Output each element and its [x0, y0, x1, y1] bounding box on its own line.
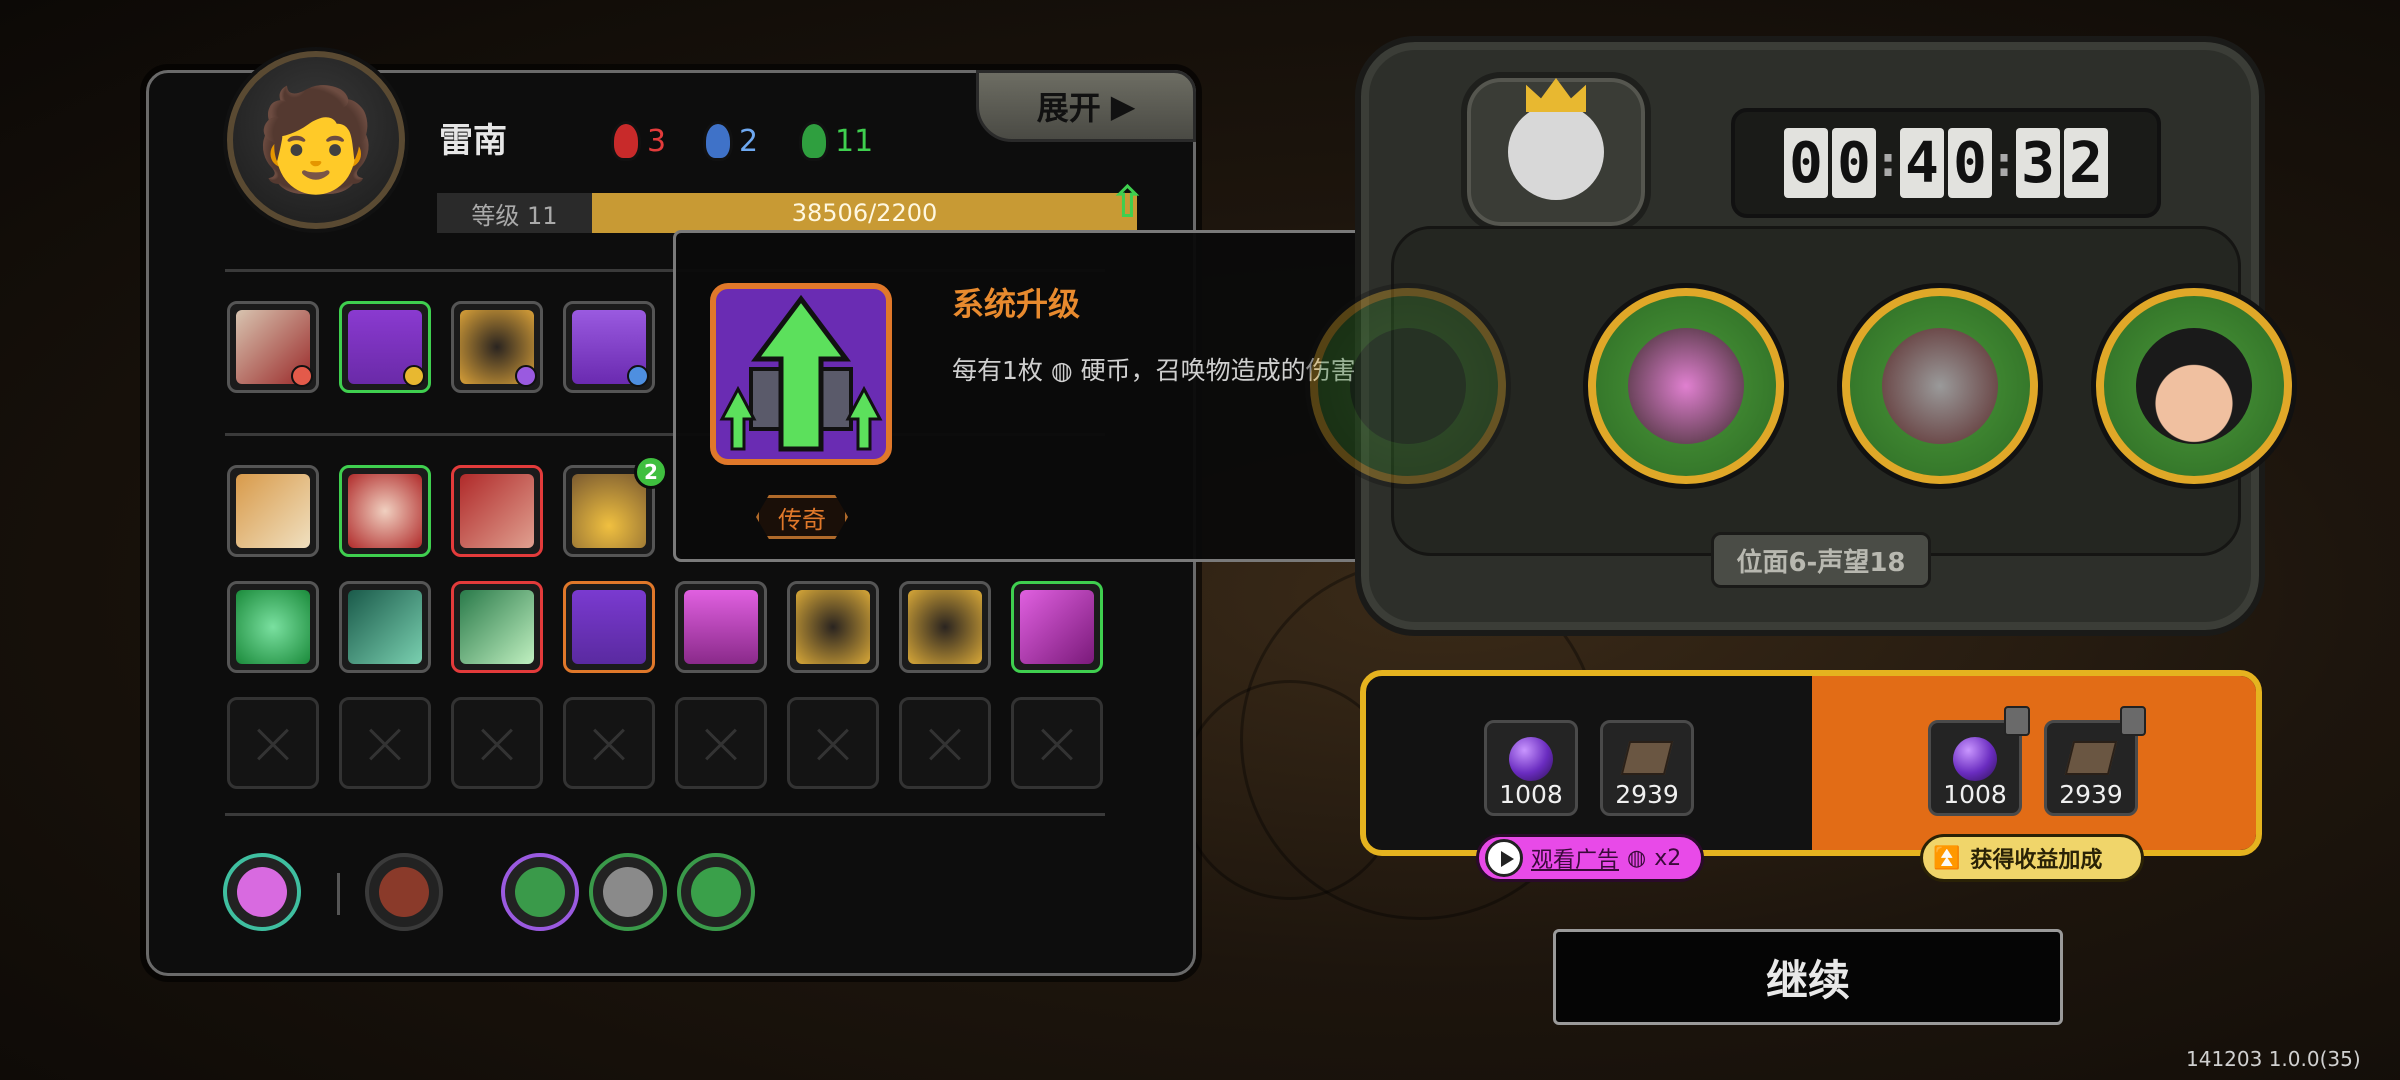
skill-slot[interactable] — [787, 581, 879, 673]
crown-duck-icon[interactable] — [1461, 72, 1651, 232]
timer-colon: : — [1880, 140, 1896, 186]
separator — [337, 873, 340, 915]
earnings-boost-button[interactable]: ⏫ 获得收益加成 — [1920, 834, 2144, 882]
shield-gem-icon[interactable] — [501, 853, 579, 931]
skill-slot[interactable] — [227, 465, 319, 557]
red-stat: 3 — [611, 121, 666, 161]
duck-face — [1508, 78, 1604, 200]
skill-slot[interactable] — [675, 581, 767, 673]
ad-multiplier: x2 — [1654, 845, 1682, 871]
enemy-portrait-glasses[interactable] — [2096, 288, 2292, 484]
purple-gem-icon — [1509, 737, 1553, 781]
skill-slot[interactable] — [339, 581, 431, 673]
level-up-arrow-icon[interactable]: ⇧ — [1109, 177, 1153, 228]
timer-digit: 3 — [2016, 128, 2060, 198]
weapon-icon[interactable] — [365, 853, 443, 931]
skill-slot[interactable] — [451, 465, 543, 557]
green-stat-value: 11 — [835, 123, 874, 159]
equipment-slot[interactable] — [339, 301, 431, 393]
double-chevron-up-icon: ⏫ — [1933, 845, 1961, 871]
tooltip-title: 系统升级 — [952, 285, 1081, 323]
crown-icon — [1526, 78, 1586, 112]
purple-gem-icon — [1953, 737, 1997, 781]
continue-button[interactable]: 继续 — [1553, 929, 2063, 1025]
timer-digit: 0 — [1784, 128, 1828, 198]
skill-slot[interactable] — [227, 581, 319, 673]
blue-stat-value: 2 — [739, 123, 759, 159]
empty-slot[interactable] — [227, 697, 319, 789]
enemy-portrait-faded — [1310, 288, 1506, 484]
player-name: 雷南 — [439, 121, 507, 161]
skill-slot[interactable] — [339, 465, 431, 557]
green-mask-icon — [799, 121, 829, 161]
timer-digit: 0 — [1948, 128, 1992, 198]
reward-gem[interactable]: 1008 — [1484, 720, 1578, 816]
enemy-portrait-demon[interactable] — [1588, 288, 1784, 484]
skill-slot[interactable] — [451, 581, 543, 673]
book-icon — [2064, 741, 2118, 775]
potion-icon[interactable] — [223, 853, 301, 931]
empty-slot[interactable] — [563, 697, 655, 789]
reward-amount: 1008 — [1499, 780, 1563, 809]
equipment-slot[interactable] — [451, 301, 543, 393]
reward-book[interactable]: 2939 — [1600, 720, 1694, 816]
lock-icon — [2120, 706, 2146, 736]
timer-digit: 0 — [1832, 128, 1876, 198]
rarity-badge: 传奇 — [756, 495, 848, 539]
equipment-slot[interactable] — [563, 301, 655, 393]
stack-count-badge: 2 — [634, 455, 668, 489]
equipment-slot[interactable] — [227, 301, 319, 393]
reward-amount: 2939 — [2059, 780, 2123, 809]
timer-colon: : — [1996, 140, 2012, 186]
lock-icon — [2004, 706, 2030, 736]
play-arrow-icon: ▶ — [1110, 87, 1136, 125]
level-bar: 等级 11 38506/2200 — [437, 193, 1137, 233]
play-icon — [1485, 839, 1523, 877]
book-icon — [1620, 741, 1674, 775]
timer-digit: 2 — [2064, 128, 2108, 198]
xp-progress: 38506/2200 — [592, 193, 1137, 233]
empty-slot[interactable] — [1011, 697, 1103, 789]
reward-amount: 2939 — [1615, 780, 1679, 809]
rewards-panel: 1008 2939 1008 2939 — [1360, 670, 2262, 856]
countdown-timer: 0 0 : 4 0 : 3 2 — [1731, 108, 2161, 218]
skill-slot[interactable] — [1011, 581, 1103, 673]
boosted-rewards-area — [1812, 676, 2256, 850]
player-avatar[interactable]: 🧑 — [227, 51, 405, 229]
empty-slot[interactable] — [451, 697, 543, 789]
enemy-portrait-beetle[interactable] — [1842, 288, 2038, 484]
boost-label: 获得收益加成 — [1970, 848, 2103, 873]
expand-button[interactable]: 展开 ▶ — [976, 70, 1196, 142]
blue-stat: 2 — [703, 121, 758, 161]
green-stat: 11 — [799, 121, 873, 161]
empty-slot[interactable] — [787, 697, 879, 789]
skill-slot[interactable] — [899, 581, 991, 673]
timer-digit: 4 — [1900, 128, 1944, 198]
reward-amount: 1008 — [1943, 780, 2007, 809]
red-mask-icon — [611, 121, 641, 161]
version-label: 141203 1.0.0(35) — [2186, 1047, 2361, 1071]
level-label: 等级 11 — [437, 193, 592, 233]
blue-mask-icon — [703, 121, 733, 161]
skill-slot-selected[interactable] — [563, 581, 655, 673]
coin-icon: ◍ — [1627, 845, 1647, 871]
triangle-gem-icon[interactable] — [589, 853, 667, 931]
empty-slot[interactable] — [899, 697, 991, 789]
system-upgrade-icon — [710, 283, 892, 465]
location-label: 位面6-声望18 — [1711, 532, 1931, 588]
watch-ad-button[interactable]: 观看广告 ◍ x2 — [1476, 834, 1704, 882]
empty-slot[interactable] — [675, 697, 767, 789]
expand-label: 展开 — [1036, 89, 1101, 127]
empty-slot[interactable] — [339, 697, 431, 789]
divider — [225, 813, 1105, 816]
ad-label: 观看广告 — [1531, 848, 1620, 873]
red-stat-value: 3 — [647, 123, 667, 159]
flask-icon[interactable] — [677, 853, 755, 931]
